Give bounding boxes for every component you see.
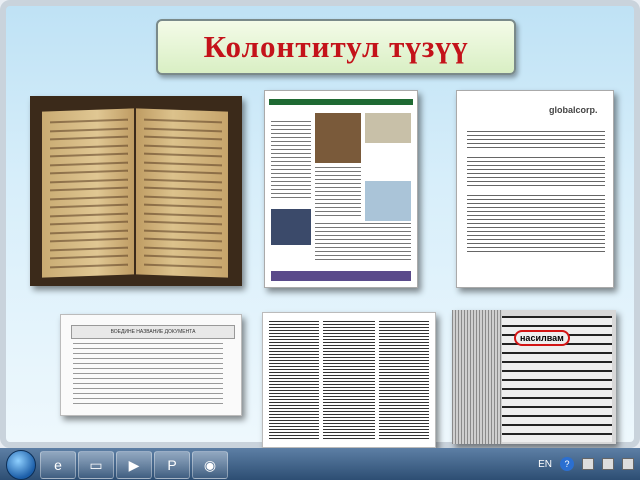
slide-title-box: Колонтитул түзүү [156,19,516,75]
letter-image: globalcorp. [456,90,614,288]
manuscript-line [144,203,222,209]
manuscript-line [50,246,128,251]
manuscript-line [144,144,222,149]
slide-frame: Колонтитул түзүү globalcorp. ВОЕДИНЕ НАЗ… [0,0,640,448]
manuscript-line [50,220,128,226]
manuscript-line [144,229,222,234]
start-button[interactable] [6,450,36,480]
document-image: ВОЕДИНЕ НАЗВАНИЕ ДОКУМЕНТА [60,314,242,416]
letter-logo: globalcorp. [549,105,598,115]
manuscript-line [50,229,128,234]
manuscript-line [50,195,128,200]
manuscript-line [144,186,222,192]
manuscript-line [50,237,128,243]
manuscript-line [144,178,222,183]
language-indicator[interactable]: EN [538,459,552,470]
manuscript-line [50,169,128,175]
manuscript-line [50,254,128,260]
manuscript-line [144,135,222,141]
system-tray: EN ? [538,448,634,480]
manuscript-line [50,186,128,192]
taskbar: e ▭ ▶ P ◉ EN ? [0,448,640,480]
manuscript-line [144,246,222,251]
old-book-image [30,96,242,286]
volume-icon[interactable] [622,458,634,470]
manuscript-line [144,169,222,175]
manuscript-line [50,161,128,166]
manuscript-line [144,263,222,268]
newspaper-image [262,312,436,448]
help-icon[interactable]: ? [560,457,574,471]
manuscript-line [144,195,222,200]
manuscript-line [50,152,128,158]
manuscript-line [144,237,222,243]
folder-icon[interactable]: ▭ [78,451,114,479]
manuscript-line [50,212,128,217]
manuscript-line [144,118,222,124]
manuscript-line [50,263,128,268]
manuscript-line [144,254,222,260]
dictionary-word: насилвам [514,330,570,346]
manuscript-line [50,118,128,124]
media-player-icon[interactable]: ▶ [116,451,152,479]
manuscript-line [144,161,222,166]
document-header: ВОЕДИНЕ НАЗВАНИЕ ДОКУМЕНТА [71,325,235,339]
manuscript-line [50,203,128,209]
browser-icon[interactable]: ◉ [192,451,228,479]
internet-explorer-icon[interactable]: e [40,451,76,479]
manuscript-line [50,135,128,141]
manuscript-line [50,144,128,149]
manuscript-line [144,212,222,217]
network-icon[interactable] [602,458,614,470]
manuscript-line [144,152,222,158]
slide-title: Колонтитул түзүү [203,29,469,64]
dictionary-image: насилвам [452,310,616,444]
manuscript-line [50,178,128,183]
manuscript-line [144,127,222,132]
flag-icon[interactable] [582,458,594,470]
manuscript-line [50,127,128,132]
magazine-image [264,90,418,288]
manuscript-line [144,220,222,226]
powerpoint-icon[interactable]: P [154,451,190,479]
